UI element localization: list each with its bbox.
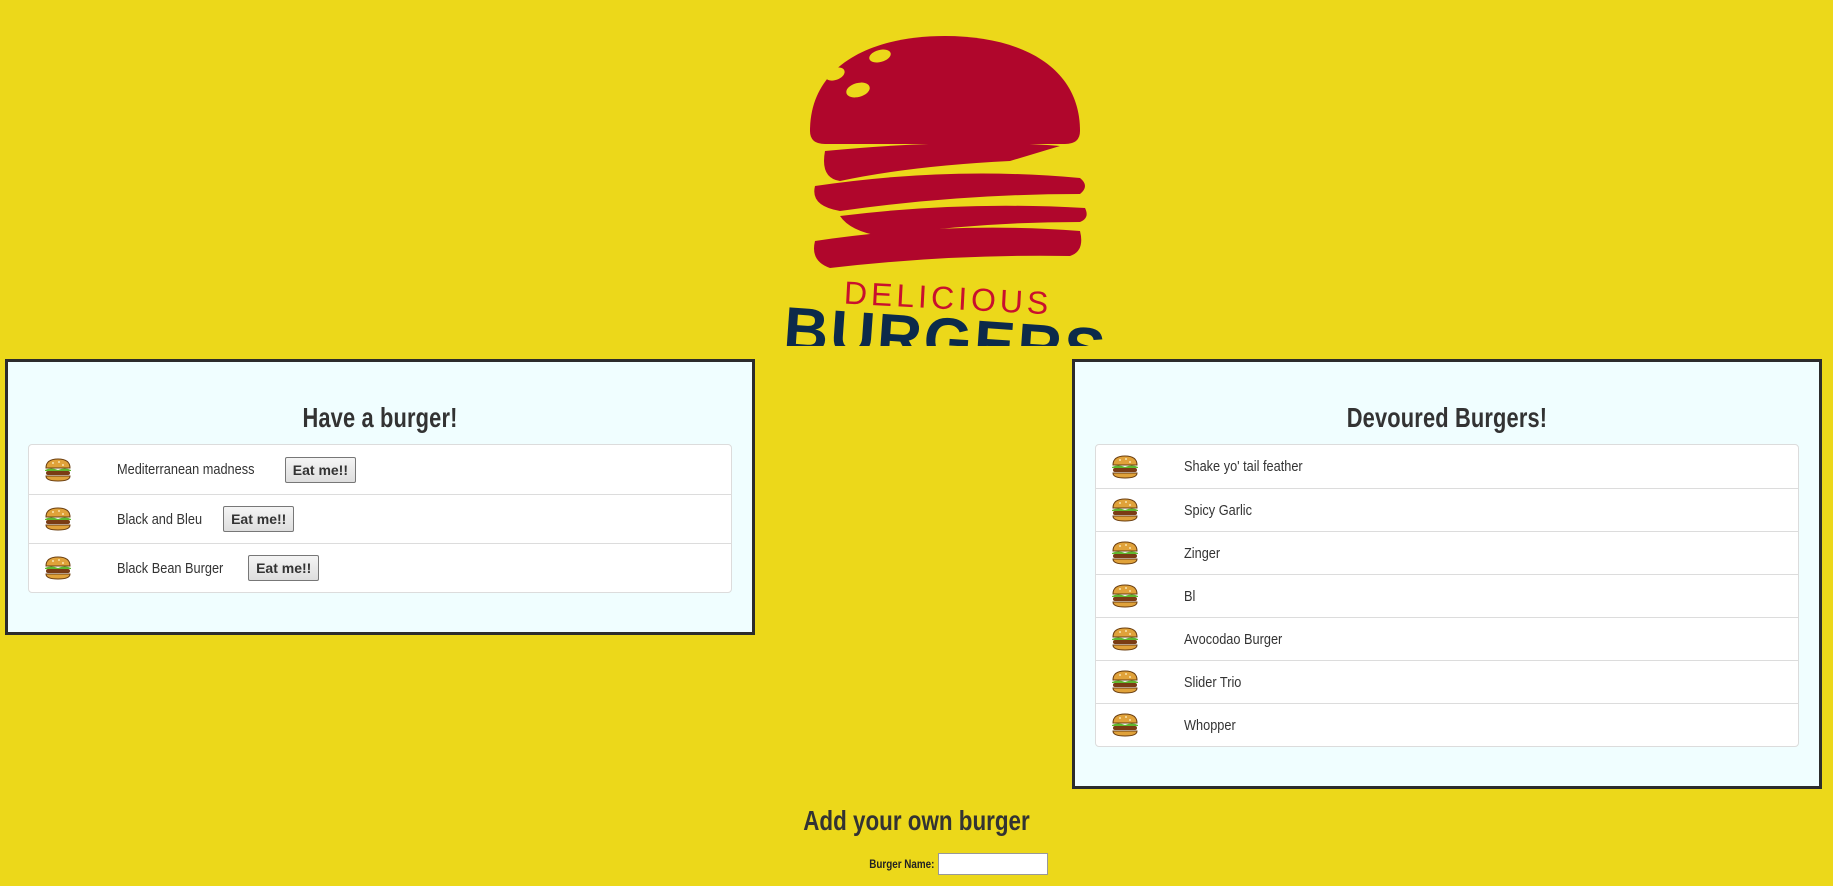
burger-icon <box>1110 583 1140 609</box>
burger-icon <box>1110 626 1140 652</box>
list-item: Slider Trio <box>1096 660 1798 703</box>
burger-icon <box>1110 497 1140 523</box>
burger-name-input[interactable] <box>938 853 1049 875</box>
devoured-burger-list: Shake yo' tail feather Spicy Garlic Zing… <box>1095 444 1799 747</box>
burger-icon <box>1110 712 1140 738</box>
list-item: Avocodao Burger <box>1096 617 1798 660</box>
burger-icon <box>1110 454 1140 480</box>
eat-me-button[interactable]: Eat me!! <box>248 555 320 581</box>
add-burger-form: Burger Name: <box>855 853 1049 875</box>
burger-icon <box>1110 540 1140 566</box>
list-item: Bl <box>1096 574 1798 617</box>
burger-name: Black and Bleu <box>117 510 203 528</box>
devoured-panel-title: Devoured Burgers! <box>1346 402 1548 433</box>
burger-name: Mediterranean madness <box>117 461 255 478</box>
list-item: Mediterranean madness Eat me!! <box>29 445 731 494</box>
burger-name: Bl <box>1184 587 1196 605</box>
uneaten-panel-title: Have a burger! <box>302 402 458 433</box>
eat-me-button[interactable]: Eat me!! <box>284 456 356 483</box>
burger-icon <box>43 457 73 483</box>
burger-name: Avocodao Burger <box>1184 630 1283 648</box>
uneaten-burger-list: Mediterranean madness Eat me!! Black and… <box>28 444 732 593</box>
burger-name: Spicy Garlic <box>1184 501 1253 519</box>
list-item: Black Bean Burger Eat me!! <box>29 543 731 592</box>
list-item: Spicy Garlic <box>1096 488 1798 531</box>
list-item: Shake yo' tail feather <box>1096 445 1798 488</box>
eat-me-button[interactable]: Eat me!! <box>223 506 295 532</box>
burger-name-label: Burger Name: <box>869 857 935 871</box>
burger-name: Whopper <box>1184 716 1236 734</box>
list-item: Zinger <box>1096 531 1798 574</box>
burger-name: Zinger <box>1184 544 1221 562</box>
devoured-burgers-panel: Devoured Burgers! Shake yo' tail feather… <box>1072 359 1822 789</box>
burger-name: Shake yo' tail feather <box>1184 458 1303 475</box>
burger-icon <box>1110 669 1140 695</box>
burger-icon <box>43 506 73 532</box>
burger-icon <box>43 555 73 581</box>
add-burger-title: Add your own burger <box>803 805 1030 836</box>
list-item: Black and Bleu Eat me!! <box>29 494 731 543</box>
list-item: Whopper <box>1096 703 1798 746</box>
uneaten-burgers-panel: Have a burger! Mediterranean madness Eat… <box>5 359 755 635</box>
burger-name: Black Bean Burger <box>117 559 224 577</box>
delicious-burgers-logo: DELICIOUS BURGERS <box>780 26 1110 346</box>
burger-name: Slider Trio <box>1184 673 1242 691</box>
